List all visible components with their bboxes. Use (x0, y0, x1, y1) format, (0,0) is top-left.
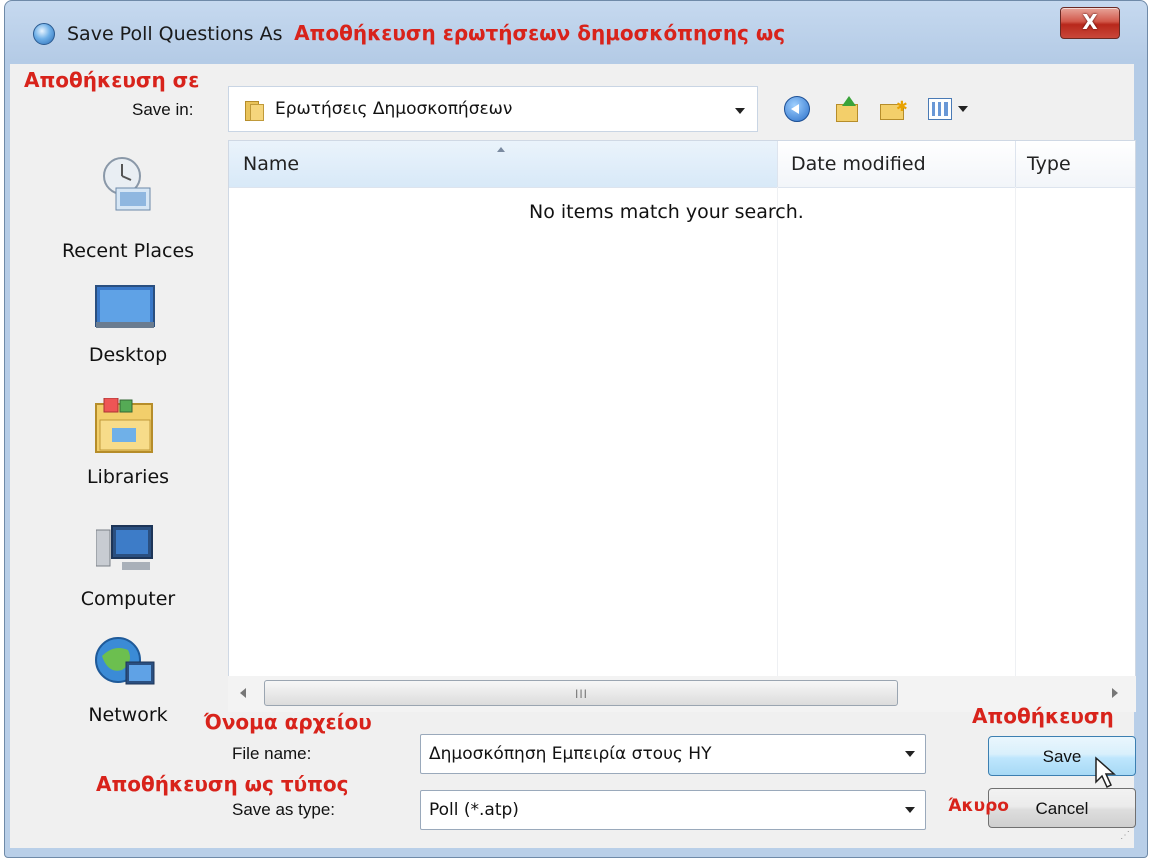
place-recent-places[interactable]: Recent Places (38, 154, 218, 274)
save-in-label: Save in: (132, 100, 194, 119)
scrollbar-thumb[interactable]: III (264, 680, 898, 706)
save-translation: Αποθήκευση (972, 704, 1114, 728)
up-folder-icon[interactable] (834, 96, 860, 122)
views-menu-icon[interactable] (928, 98, 952, 120)
views-dropdown-arrow-icon[interactable] (958, 106, 968, 112)
folder-icon (243, 101, 264, 121)
network-icon (95, 637, 155, 685)
list-header: Name Date modified Type (229, 141, 1135, 188)
column-header-date-modified[interactable]: Date modified (791, 153, 926, 175)
filename-dropdown-button[interactable] (895, 735, 925, 773)
save-in-translation: Αποθήκευση σε (24, 68, 200, 92)
close-icon: X (1082, 10, 1098, 34)
chevron-down-icon (905, 807, 915, 813)
cancel-button[interactable]: Cancel (988, 788, 1136, 828)
save-in-value: Ερωτήσεις Δημοσκοπήσεων (275, 99, 513, 119)
place-label: Network (88, 704, 168, 726)
window-title-text: Save Poll Questions As (67, 23, 283, 45)
chevron-down-icon[interactable] (735, 108, 745, 114)
places-bar: Recent Places Desktop Libraries Computer (38, 140, 218, 750)
empty-list-message: No items match your search. (529, 201, 804, 223)
window-title-translation: Αποθήκευση ερωτήσεων δημοσκόπησης ως (294, 21, 786, 45)
app-globe-icon (33, 23, 55, 45)
scroll-left-icon[interactable] (240, 688, 246, 698)
scroll-right-icon[interactable] (1112, 688, 1118, 698)
save-as-type-dropdown[interactable]: Poll (*.atp) (420, 790, 926, 830)
place-label: Computer (80, 588, 176, 610)
scrollbar-grip: III (575, 687, 589, 701)
cancel-translation: Άκυρο (948, 796, 1009, 816)
place-desktop[interactable]: Desktop (38, 280, 218, 390)
desktop-icon (95, 285, 155, 328)
column-header-name[interactable]: Name (229, 141, 778, 187)
save-as-type-value: Poll (*.atp) (429, 800, 519, 820)
mouse-cursor-icon (1095, 756, 1116, 789)
save-as-type-label: Save as type: (232, 800, 336, 819)
type-dropdown-button[interactable] (895, 791, 925, 829)
libraries-icon (95, 398, 153, 453)
place-label: Desktop (88, 344, 168, 366)
filename-value: Δημοσκόπηση Εμπειρία στους HY (429, 744, 712, 764)
type-translation: Αποθήκευση ως τύπος (96, 772, 349, 796)
column-name-label: Name (243, 153, 300, 175)
place-network[interactable]: Network (38, 636, 218, 746)
filename-field[interactable]: Δημοσκόπηση Εμπειρία στους HY (420, 734, 926, 774)
place-label: Recent Places (61, 240, 195, 262)
save-in-dropdown[interactable]: Ερωτήσεις Δημοσκοπήσεων (228, 86, 758, 132)
title-bar[interactable]: Save Poll Questions As Αποθήκευση ερωτήσ… (5, 1, 1147, 61)
window-title: Save Poll Questions As Αποθήκευση ερωτήσ… (67, 21, 785, 46)
place-label: Libraries (86, 466, 170, 488)
computer-icon (96, 525, 153, 570)
filename-label: File name: (232, 744, 312, 763)
resize-grip-icon[interactable]: ⋰ (1120, 830, 1130, 841)
column-divider (1015, 187, 1016, 687)
place-libraries[interactable]: Libraries (38, 398, 218, 508)
cancel-button-label: Cancel (1035, 799, 1089, 818)
new-folder-icon[interactable]: ✱ (880, 96, 908, 122)
column-header-type[interactable]: Type (1027, 153, 1071, 175)
place-computer[interactable]: Computer (38, 522, 218, 632)
filename-translation: Όνομα αρχείου (204, 710, 372, 734)
back-icon[interactable] (784, 96, 810, 122)
close-button[interactable]: X (1060, 7, 1120, 39)
file-list[interactable]: Name Date modified Type No items match y… (228, 140, 1136, 687)
sort-ascending-icon (497, 147, 505, 152)
chevron-down-icon (905, 751, 915, 757)
recent-places-icon (103, 157, 151, 211)
column-divider (777, 187, 778, 687)
